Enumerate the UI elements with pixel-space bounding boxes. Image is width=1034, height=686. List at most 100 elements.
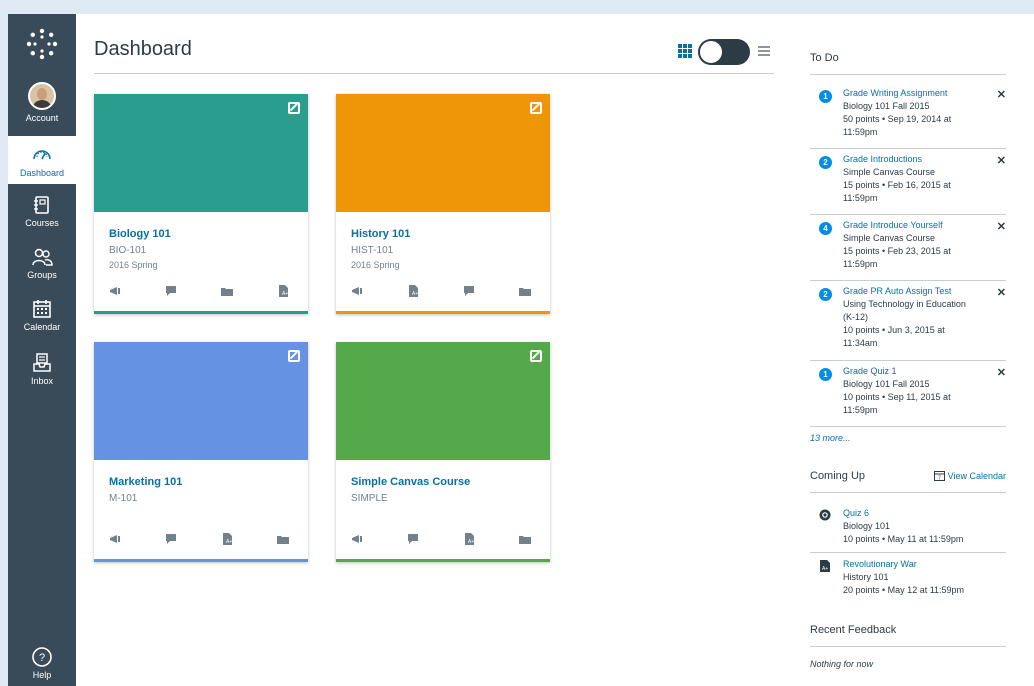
- svg-text:?: ?: [39, 652, 45, 664]
- inbox-icon: [33, 353, 51, 372]
- todo-count-badge: 2: [819, 156, 832, 169]
- dismiss-icon[interactable]: ✕: [997, 286, 1006, 299]
- course-card[interactable]: History 101 HIST-101 2016 Spring A+: [336, 94, 550, 314]
- divider: [810, 492, 1006, 493]
- dismiss-icon[interactable]: ✕: [997, 88, 1006, 101]
- nav-item-inbox[interactable]: Inbox: [8, 352, 76, 396]
- files-icon[interactable]: [519, 285, 531, 297]
- assignment-icon[interactable]: A+: [407, 285, 419, 297]
- dismiss-icon[interactable]: ✕: [997, 154, 1006, 167]
- upcoming-item[interactable]: Quiz 6 Biology 101 10 points • May 11 at…: [810, 508, 1006, 550]
- card-code: BIO-101: [109, 245, 147, 256]
- card-title[interactable]: History 101: [351, 228, 410, 240]
- discussion-icon[interactable]: [463, 285, 475, 297]
- nav-item-dashboard[interactable]: Dashboard: [8, 136, 76, 184]
- nav-item-groups[interactable]: Groups: [8, 246, 76, 290]
- todo-course: Simple Canvas Course: [843, 233, 936, 243]
- card-color-bar: [336, 559, 550, 562]
- avatar: [28, 82, 56, 110]
- discussion-icon[interactable]: [165, 533, 177, 545]
- todo-item[interactable]: 1 Grade Quiz 1 Biology 101 Fall 2015 10 …: [810, 366, 1006, 426]
- edit-icon[interactable]: [530, 350, 542, 362]
- card-code: SIMPLE: [351, 493, 388, 504]
- todo-course: Using Technology in Education: [843, 299, 966, 309]
- nav-label: Calendar: [23, 322, 61, 332]
- todo-title[interactable]: Grade PR Auto Assign Test: [843, 286, 951, 296]
- nav-item-courses[interactable]: Courses: [8, 194, 76, 238]
- nav-item-account[interactable]: Account: [8, 82, 76, 126]
- edit-icon[interactable]: [530, 102, 542, 114]
- card-hero[interactable]: [94, 342, 308, 460]
- announcement-icon[interactable]: [109, 285, 121, 297]
- list-view-icon[interactable]: [758, 46, 770, 56]
- assignment-icon[interactable]: A+: [277, 285, 289, 297]
- people-icon: [32, 248, 53, 266]
- card-color-bar: [336, 311, 550, 314]
- upcoming-detail: 20 points • May 12 at 11:59pm: [843, 585, 965, 595]
- todo-count-badge: 4: [819, 222, 832, 235]
- divider: [810, 360, 1006, 361]
- todo-course: Biology 101 Fall 2015: [843, 379, 930, 389]
- divider: [94, 73, 774, 74]
- view-calendar-label[interactable]: View Calendar: [948, 471, 1006, 481]
- card-code: HIST-101: [351, 245, 394, 256]
- todo-title[interactable]: Grade Quiz 1: [843, 366, 897, 376]
- course-card[interactable]: Marketing 101 M-101 A+: [94, 342, 308, 562]
- edit-icon[interactable]: [288, 102, 300, 114]
- todo-item[interactable]: 1 Grade Writing Assignment Biology 101 F…: [810, 88, 1006, 148]
- card-hero[interactable]: [94, 94, 308, 212]
- edit-icon[interactable]: [288, 350, 300, 362]
- course-card[interactable]: Biology 101 BIO-101 2016 Spring A+: [94, 94, 308, 314]
- svg-text:A+: A+: [282, 291, 288, 297]
- nav-label: Courses: [25, 218, 59, 228]
- divider: [810, 214, 1006, 215]
- announcement-icon[interactable]: [351, 285, 363, 297]
- view-calendar-link[interactable]: 7 View Calendar: [933, 470, 1006, 481]
- files-icon[interactable]: [277, 533, 289, 545]
- page-title: Dashboard: [94, 38, 192, 60]
- canvas-logo-icon[interactable]: [26, 28, 58, 60]
- todo-count-badge: 1: [819, 90, 832, 103]
- announcement-icon[interactable]: [351, 533, 363, 545]
- todo-detail: 11:59pm: [843, 405, 878, 415]
- coming-up-heading: Coming Up: [810, 470, 866, 482]
- upcoming-title[interactable]: Revolutionary War: [843, 559, 917, 569]
- card-view-icon[interactable]: [678, 44, 692, 58]
- todo-course: Simple Canvas Course: [843, 167, 936, 177]
- view-switch[interactable]: [698, 39, 750, 65]
- calendar-icon: 7: [933, 471, 945, 481]
- course-card[interactable]: Simple Canvas Course SIMPLE A+: [336, 342, 550, 562]
- todo-item[interactable]: 2 Grade Introductions Simple Canvas Cour…: [810, 154, 1006, 214]
- todo-title[interactable]: Grade Introduce Yourself: [843, 220, 943, 230]
- todo-detail: 11:59pm: [843, 259, 878, 269]
- files-icon[interactable]: [221, 285, 233, 297]
- upcoming-title[interactable]: Quiz 6: [843, 508, 869, 518]
- files-icon[interactable]: [519, 533, 531, 545]
- divider: [810, 646, 1006, 647]
- announcement-icon[interactable]: [109, 533, 121, 545]
- dismiss-icon[interactable]: ✕: [997, 366, 1006, 379]
- card-title[interactable]: Simple Canvas Course: [351, 476, 470, 488]
- card-hero[interactable]: [336, 342, 550, 460]
- todo-more-link[interactable]: 13 more...: [810, 433, 851, 443]
- view-toggle[interactable]: [678, 38, 774, 66]
- card-title[interactable]: Biology 101: [109, 228, 171, 240]
- todo-item[interactable]: 4 Grade Introduce Yourself Simple Canvas…: [810, 220, 1006, 280]
- assignment-icon[interactable]: A+: [221, 533, 233, 545]
- quiz-icon: [819, 509, 831, 521]
- todo-title[interactable]: Grade Introductions: [843, 154, 922, 164]
- card-actions: A+: [109, 285, 299, 299]
- svg-text:A+: A+: [226, 539, 232, 545]
- right-sidebar: To Do 1 Grade Writing Assignment Biology…: [810, 14, 1006, 686]
- todo-item[interactable]: 2 Grade PR Auto Assign Test Using Techno…: [810, 286, 1006, 360]
- card-title[interactable]: Marketing 101: [109, 476, 182, 488]
- discussion-icon[interactable]: [407, 533, 419, 545]
- upcoming-item[interactable]: A+ Revolutionary War History 101 20 poin…: [810, 559, 1006, 601]
- assignment-icon[interactable]: A+: [463, 533, 475, 545]
- card-hero[interactable]: [336, 94, 550, 212]
- nav-item-help[interactable]: ? Help: [8, 646, 76, 686]
- todo-title[interactable]: Grade Writing Assignment: [843, 88, 947, 98]
- discussion-icon[interactable]: [165, 285, 177, 297]
- dismiss-icon[interactable]: ✕: [997, 220, 1006, 233]
- nav-item-calendar[interactable]: Calendar: [8, 298, 76, 342]
